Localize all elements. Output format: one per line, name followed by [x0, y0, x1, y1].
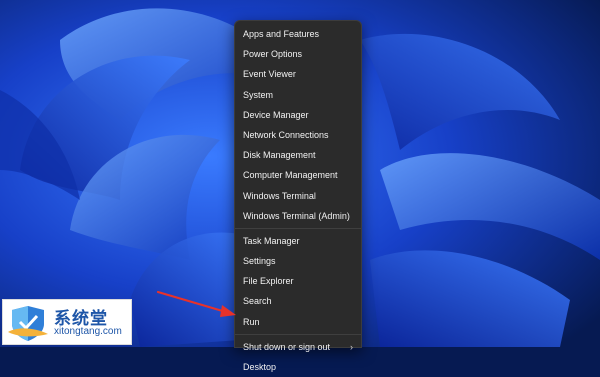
- menu-item-device-manager[interactable]: Device Manager: [235, 105, 361, 125]
- menu-item-desktop[interactable]: Desktop: [235, 357, 361, 377]
- menu-item-task-manager[interactable]: Task Manager: [235, 231, 361, 251]
- watermark-url-text: xitongtang.com: [54, 326, 122, 337]
- menu-item-power-options[interactable]: Power Options: [235, 44, 361, 64]
- menu-item-windows-terminal[interactable]: Windows Terminal: [235, 186, 361, 206]
- menu-separator: [235, 333, 361, 335]
- menu-item-search[interactable]: Search: [235, 291, 361, 311]
- shield-logo-icon: [8, 306, 48, 341]
- menu-item-file-explorer[interactable]: File Explorer: [235, 271, 361, 291]
- menu-item-computer-management[interactable]: Computer Management: [235, 165, 361, 185]
- watermark-logo: 系统堂 xitongtang.com: [2, 299, 132, 345]
- menu-item-disk-management[interactable]: Disk Management: [235, 145, 361, 165]
- menu-item-windows-terminal-admin[interactable]: Windows Terminal (Admin): [235, 206, 361, 226]
- menu-item-network-connections[interactable]: Network Connections: [235, 125, 361, 145]
- menu-separator: [235, 227, 361, 229]
- menu-item-run[interactable]: Run: [235, 312, 361, 332]
- winx-context-menu: Apps and Features Power Options Event Vi…: [234, 20, 362, 372]
- menu-item-system[interactable]: System: [235, 85, 361, 105]
- menu-item-event-viewer[interactable]: Event Viewer: [235, 64, 361, 84]
- menu-item-settings[interactable]: Settings: [235, 251, 361, 271]
- menu-item-apps-and-features[interactable]: Apps and Features: [235, 24, 361, 44]
